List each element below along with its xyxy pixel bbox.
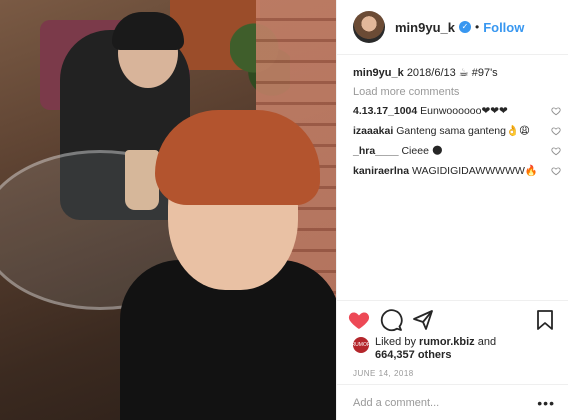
likes-and: and bbox=[477, 336, 497, 348]
comment-text: Cieee 🌑 bbox=[401, 145, 443, 157]
comments-section: min9yu_k 2018/6/13 ☕ #97's Load more com… bbox=[353, 66, 563, 178]
comment-text: Eunwoooooo❤❤❤ bbox=[420, 105, 508, 117]
photo-drink bbox=[125, 150, 159, 210]
comment-item: izaaakai Ganteng sama ganteng👌😩 bbox=[353, 124, 563, 138]
comment-item: _hra____ Cieee 🌑 bbox=[353, 144, 563, 158]
load-more-comments-link[interactable]: Load more comments bbox=[353, 86, 563, 98]
comment-username[interactable]: _hra____ bbox=[353, 145, 399, 157]
liker-username[interactable]: rumor.kbiz bbox=[419, 336, 475, 348]
comment-icon[interactable] bbox=[379, 308, 403, 332]
heart-icon[interactable] bbox=[347, 308, 371, 332]
comment-like-heart-icon[interactable] bbox=[551, 106, 561, 116]
photo-person-front-hair bbox=[155, 110, 320, 205]
post-header: min9yu_k ✓ • Follow bbox=[337, 0, 568, 55]
more-options-button[interactable]: ••• bbox=[537, 395, 555, 411]
comment-item: kaniraerlna WAGIDIGIDAWWWWW🔥 bbox=[353, 164, 563, 178]
verified-badge-icon: ✓ bbox=[458, 21, 471, 33]
liker-avatar[interactable]: RUMOR bbox=[352, 337, 370, 353]
caption-text: 2018/6/13 ☕ #97's bbox=[406, 67, 498, 79]
header-username[interactable]: min9yu_k bbox=[395, 20, 455, 35]
share-icon[interactable] bbox=[411, 308, 435, 332]
post-sidebar: min9yu_k ✓ • Follow min9yu_k 2018/6/13 ☕… bbox=[336, 0, 568, 420]
comment-like-heart-icon[interactable] bbox=[551, 126, 561, 136]
liked-by-prefix: Liked by bbox=[375, 336, 416, 348]
comment-item: 4.13.17_1004 Eunwoooooo❤❤❤ bbox=[353, 104, 563, 118]
add-comment-bar: ••• bbox=[337, 384, 568, 420]
likes-text: Liked by rumor.kbiz and 664,357 others bbox=[375, 336, 496, 362]
add-comment-input[interactable] bbox=[353, 396, 523, 409]
comment-text: WAGIDIGIDAWWWWW🔥 bbox=[411, 165, 538, 177]
bookmark-icon[interactable] bbox=[533, 308, 557, 332]
comment-like-heart-icon[interactable] bbox=[551, 146, 561, 156]
comment-like-heart-icon[interactable] bbox=[551, 166, 561, 176]
comment-text: Ganteng sama ganteng👌😩 bbox=[396, 125, 530, 137]
avatar[interactable] bbox=[353, 11, 385, 43]
post-photo[interactable] bbox=[0, 0, 336, 420]
post-date[interactable]: JUNE 14, 2018 bbox=[353, 369, 414, 378]
action-bar bbox=[347, 306, 559, 334]
follow-button[interactable]: Follow bbox=[483, 20, 524, 35]
actions-divider bbox=[337, 300, 568, 301]
likes-summary: RUMOR Liked by rumor.kbiz and 664,357 ot… bbox=[352, 336, 497, 362]
instagram-post: min9yu_k ✓ • Follow min9yu_k 2018/6/13 ☕… bbox=[0, 0, 568, 420]
caption-username[interactable]: min9yu_k bbox=[353, 67, 404, 79]
comment-username[interactable]: izaaakai bbox=[353, 125, 393, 137]
likes-count[interactable]: 664,357 others bbox=[375, 349, 451, 361]
caption: min9yu_k 2018/6/13 ☕ #97's bbox=[353, 66, 563, 80]
comment-username[interactable]: 4.13.17_1004 bbox=[353, 105, 417, 117]
header-separator: • bbox=[474, 20, 480, 34]
comment-username[interactable]: kaniraerlna bbox=[353, 165, 409, 177]
